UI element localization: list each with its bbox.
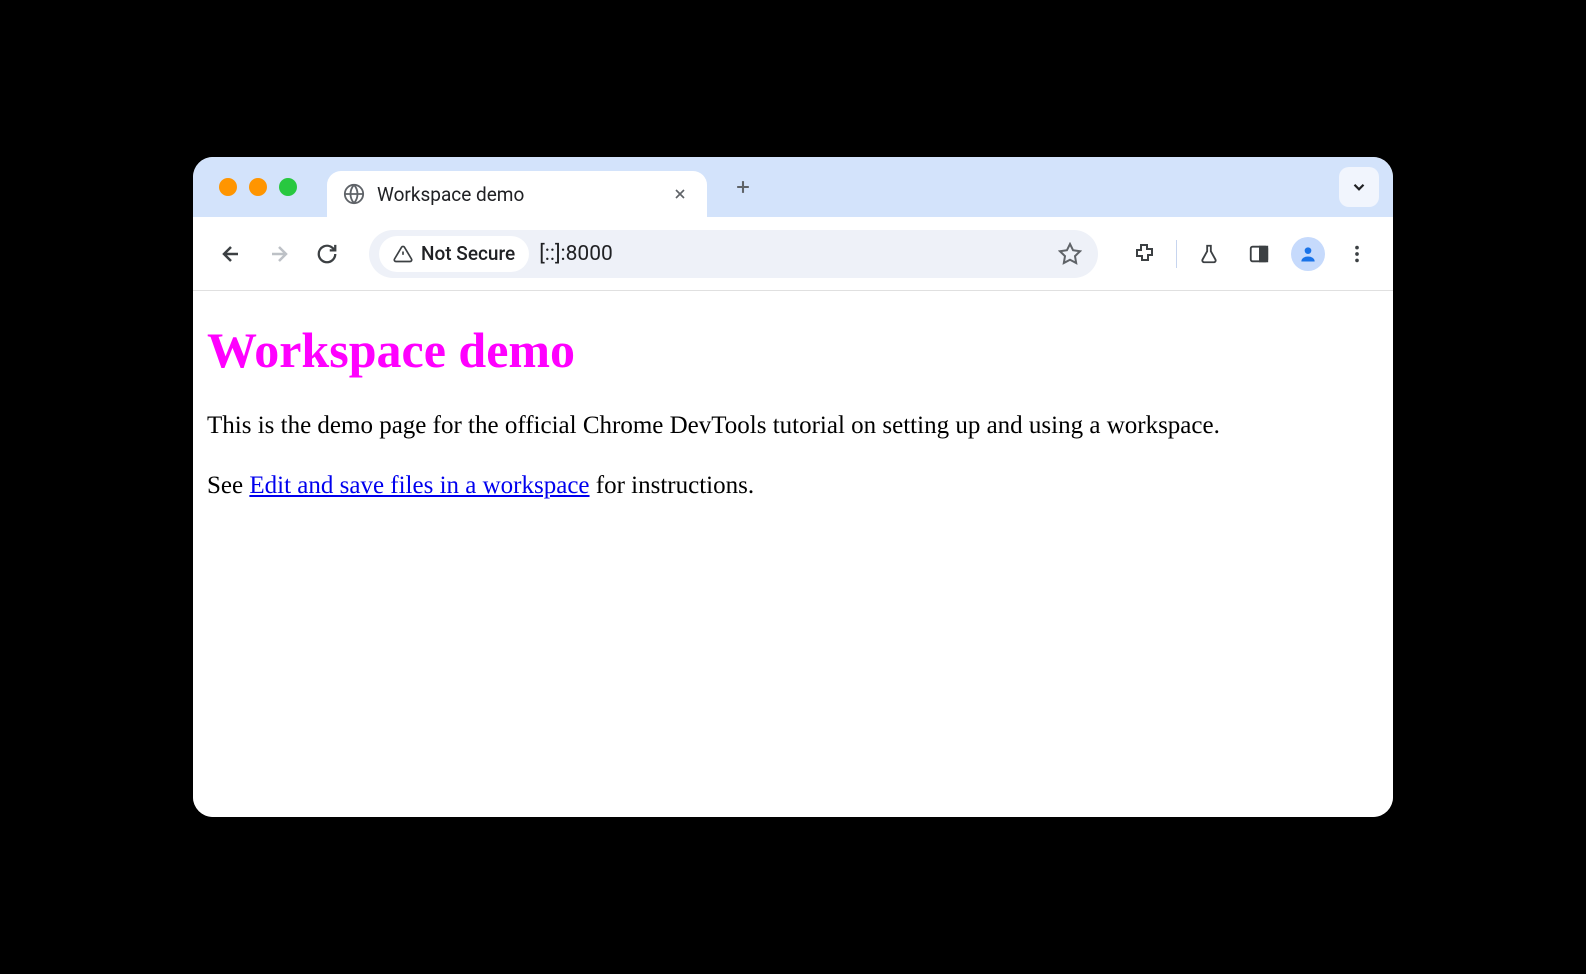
security-chip[interactable]: Not Secure <box>379 236 529 272</box>
para2-text-after: for instructions. <box>590 472 755 499</box>
tab-title: Workspace demo <box>377 183 657 206</box>
address-bar[interactable]: Not Secure [::]:8000 <box>369 230 1098 278</box>
labs-button[interactable] <box>1191 236 1227 272</box>
new-tab-button[interactable] <box>725 169 761 205</box>
window-maximize-button[interactable] <box>279 178 297 196</box>
extensions-button[interactable] <box>1126 236 1162 272</box>
tab-strip-trailing <box>1339 167 1379 207</box>
tutorial-link[interactable]: Edit and save files in a workspace <box>249 472 589 499</box>
window-close-button[interactable] <box>219 178 237 196</box>
warning-icon <box>393 244 413 264</box>
page-paragraph-2: See Edit and save files in a workspace f… <box>207 469 1379 503</box>
window-minimize-button[interactable] <box>249 178 267 196</box>
page-paragraph-1: This is the demo page for the official C… <box>207 409 1379 443</box>
para2-text-before: See <box>207 472 249 499</box>
toolbar: Not Secure [::]:8000 <box>193 217 1393 291</box>
security-label: Not Secure <box>421 242 515 265</box>
bookmark-button[interactable] <box>1052 236 1088 272</box>
back-button[interactable] <box>211 234 251 274</box>
menu-button[interactable] <box>1339 236 1375 272</box>
window-controls <box>219 178 297 196</box>
toolbar-trailing <box>1126 236 1375 272</box>
reload-button[interactable] <box>307 234 347 274</box>
forward-button[interactable] <box>259 234 299 274</box>
toolbar-divider <box>1176 240 1177 268</box>
side-panel-button[interactable] <box>1241 236 1277 272</box>
browser-window: Workspace demo <box>193 157 1393 817</box>
page-heading: Workspace demo <box>207 321 1379 379</box>
tab-strip: Workspace demo <box>193 157 1393 217</box>
page-content: Workspace demo This is the demo page for… <box>193 291 1393 817</box>
search-tabs-button[interactable] <box>1339 167 1379 207</box>
profile-button[interactable] <box>1291 237 1325 271</box>
browser-tab[interactable]: Workspace demo <box>327 171 707 217</box>
url-text: [::]:8000 <box>539 242 1042 266</box>
globe-icon <box>343 183 365 205</box>
tab-close-button[interactable] <box>669 183 691 205</box>
